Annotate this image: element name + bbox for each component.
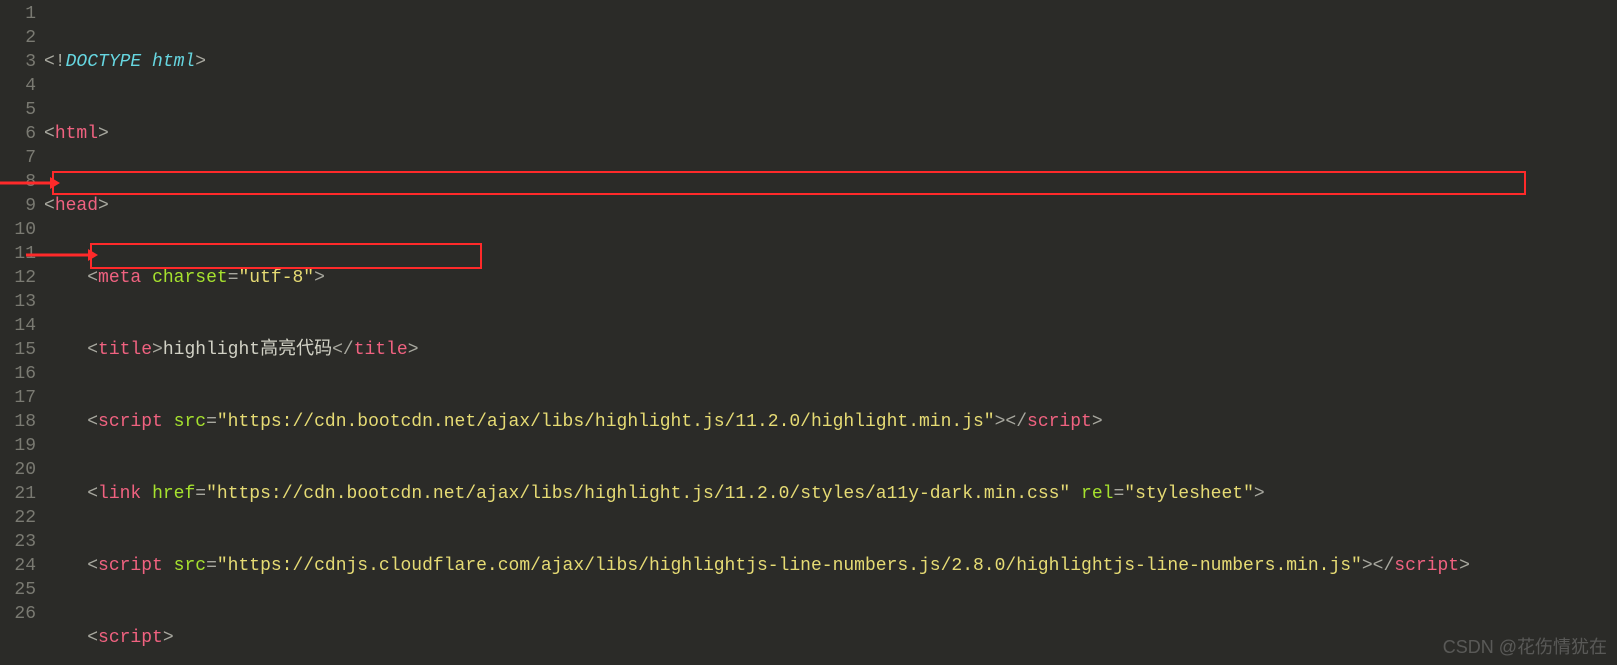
line-number: 16 bbox=[0, 362, 36, 386]
line-number: 19 bbox=[0, 434, 36, 458]
line-number: 24 bbox=[0, 554, 36, 578]
code-line[interactable]: <script src="https://cdnjs.cloudflare.co… bbox=[44, 554, 1617, 578]
line-number: 22 bbox=[0, 506, 36, 530]
line-number: 21 bbox=[0, 482, 36, 506]
code-editor[interactable]: 1234567891011121314151617181920212223242… bbox=[0, 0, 1617, 665]
line-number: 25 bbox=[0, 578, 36, 602]
line-number-gutter: 1234567891011121314151617181920212223242… bbox=[0, 0, 44, 665]
line-number: 15 bbox=[0, 338, 36, 362]
line-number: 7 bbox=[0, 146, 36, 170]
line-number: 5 bbox=[0, 98, 36, 122]
line-number: 9 bbox=[0, 194, 36, 218]
code-line[interactable]: <script> bbox=[44, 626, 1617, 650]
code-line[interactable]: <meta charset="utf-8"> bbox=[44, 266, 1617, 290]
line-number: 18 bbox=[0, 410, 36, 434]
line-number: 8 bbox=[0, 170, 36, 194]
line-number: 4 bbox=[0, 74, 36, 98]
line-number: 26 bbox=[0, 602, 36, 626]
line-number: 6 bbox=[0, 122, 36, 146]
code-line[interactable]: <link href="https://cdn.bootcdn.net/ajax… bbox=[44, 482, 1617, 506]
code-line[interactable]: <head> bbox=[44, 194, 1617, 218]
code-line[interactable]: <title>highlight高亮代码</title> bbox=[44, 338, 1617, 362]
code-line[interactable]: <html> bbox=[44, 122, 1617, 146]
code-content[interactable]: <!DOCTYPE html> <html> <head> <meta char… bbox=[44, 0, 1617, 665]
code-line[interactable]: <script src="https://cdn.bootcdn.net/aja… bbox=[44, 410, 1617, 434]
code-line[interactable]: <!DOCTYPE html> bbox=[44, 50, 1617, 74]
line-number: 14 bbox=[0, 314, 36, 338]
line-number: 11 bbox=[0, 242, 36, 266]
line-number: 2 bbox=[0, 26, 36, 50]
line-number: 20 bbox=[0, 458, 36, 482]
line-number: 17 bbox=[0, 386, 36, 410]
line-number: 1 bbox=[0, 2, 36, 26]
line-number: 13 bbox=[0, 290, 36, 314]
line-number: 10 bbox=[0, 218, 36, 242]
line-number: 12 bbox=[0, 266, 36, 290]
line-number: 23 bbox=[0, 530, 36, 554]
line-number: 3 bbox=[0, 50, 36, 74]
